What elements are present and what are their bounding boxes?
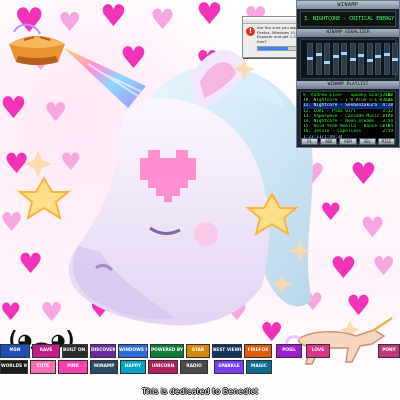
web-badge-button[interactable]: BEST VIEWED [212, 344, 242, 358]
dedication-caption: This is dedicated to Benedict [142, 387, 258, 396]
playlist-control-button[interactable]: SEL [358, 138, 376, 145]
web-page-collage: ♥♥♥♥♥♥♥♥♥♥♥♥♥♥♥♥♥♥♥♥♥♥♥♥♥♥♥♥♥ [0, 0, 400, 400]
web-badge-button[interactable]: MAGIC [246, 360, 272, 374]
warning-icon: ! [246, 27, 255, 36]
playlist-control-button[interactable]: REM [339, 138, 357, 145]
web-badge-button[interactable]: BUILT ON A [62, 344, 88, 358]
winamp-titlebar[interactable]: WINAMP [297, 1, 399, 9]
eq-slider[interactable] [366, 43, 373, 75]
playlist-control-button[interactable]: MISC [377, 138, 396, 145]
web-badge-button[interactable]: CUTE [30, 360, 56, 374]
eq-slider[interactable] [315, 43, 322, 75]
button-badges: MSNRAVEBUILT ON ADISCOVERWINDOWS 98POWER… [0, 344, 400, 390]
playlist-control-button[interactable]: PL [301, 138, 319, 145]
eq-slider[interactable] [324, 43, 330, 75]
web-badge-button[interactable]: LOVE [306, 344, 330, 358]
web-badge-button[interactable]: SPARKLE [214, 360, 244, 374]
eq-slider[interactable] [349, 43, 356, 75]
web-badge-button[interactable]: PONY [378, 344, 400, 358]
web-badge-button[interactable]: PINK [58, 360, 88, 374]
web-badge-button[interactable]: POWERED BY [150, 344, 184, 358]
playlist-controls: PL ADD REM SEL MISC [301, 138, 396, 145]
eq-slider[interactable] [307, 43, 313, 75]
web-badge-button[interactable]: STAR [186, 344, 210, 358]
playlist-control-button[interactable]: ADD [320, 138, 338, 145]
web-badge-button[interactable]: PIXEL [276, 344, 302, 358]
eq-slider[interactable] [341, 43, 347, 75]
web-badge-button[interactable]: RAVE [32, 344, 60, 358]
eq-slider[interactable] [383, 43, 390, 75]
winamp-player: WINAMP 3. NIGHTCORE - CRITICAL ENERGY (4… [296, 0, 400, 148]
playlist: 3:029. Andrew Elver - Spooky Scary Skele… [300, 91, 396, 143]
web-badge-button[interactable]: WINAMP [90, 360, 118, 374]
playlist-item[interactable]: 2:59 16. Jessie - Capelless [303, 129, 393, 134]
track-duration: 2:59 [382, 129, 393, 135]
eq-slider[interactable] [358, 43, 364, 75]
web-badge-button[interactable]: WORLDS WIDE WEB [0, 360, 28, 374]
track-title: 16. Jessie - Capelless [303, 129, 362, 135]
web-badge-button[interactable]: RADIO [180, 360, 208, 374]
playlist-titlebar[interactable]: WINAMP PLAYLIST [297, 81, 399, 89]
web-badge-button[interactable]: FIREFOX [244, 344, 272, 358]
web-badge-button[interactable]: DISCOVER [90, 344, 116, 358]
web-badge-button[interactable]: UNICORN [148, 360, 178, 374]
eq-slider[interactable] [332, 43, 339, 75]
web-badge-button[interactable]: HAPPY [120, 360, 146, 374]
equalizer-titlebar[interactable]: WINAMP EQUALIZER [297, 29, 399, 37]
web-badge-button[interactable]: MSN [0, 344, 30, 358]
eq-slider[interactable] [375, 43, 381, 75]
web-badge-button[interactable]: WINDOWS 98 [118, 344, 148, 358]
eq-slider[interactable] [392, 43, 398, 75]
equalizer-panel [300, 39, 398, 79]
now-playing-display: 3. NIGHTCORE - CRITICAL ENERGY (4:18) **… [300, 11, 396, 27]
